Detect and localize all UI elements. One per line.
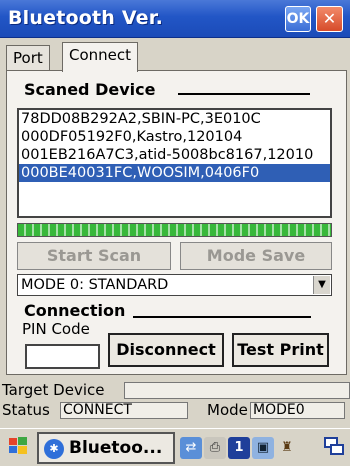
desktop-icon[interactable] <box>322 435 346 459</box>
pin-code-input[interactable] <box>25 344 100 369</box>
list-item[interactable]: 78DD08B292A2,SBIN-PC,3E010C <box>19 110 330 128</box>
computer-icon[interactable]: ▣ <box>252 437 274 459</box>
taskbar: ✱ Bluetoo... ⇄ ⎙ 1 ▣ ♜ <box>0 428 350 466</box>
bluetooth-icon: ✱ <box>44 439 64 459</box>
target-device-label: Target Device <box>2 381 105 399</box>
connection-label: Connection <box>24 301 126 320</box>
close-button[interactable]: ✕ <box>316 6 343 32</box>
mode-label: Mode <box>207 401 248 419</box>
list-item[interactable]: 000DF05192F0,Kastro,120104 <box>19 128 330 146</box>
scanned-device-label: Scaned Device <box>24 80 156 99</box>
task-button-label: Bluetoo... <box>69 438 163 458</box>
title-bar: Bluetooth Ver. OK ✕ <box>0 0 350 38</box>
section-divider <box>133 316 311 318</box>
status-field: CONNECT <box>60 402 188 419</box>
disconnect-button[interactable]: Disconnect <box>108 333 224 367</box>
target-device-field <box>124 382 350 399</box>
mode-select-value: MODE 0: STANDARD <box>21 277 169 293</box>
list-item[interactable]: 000BE40031FC,WOOSIM,0406F0 <box>19 164 330 182</box>
ok-button[interactable]: OK <box>285 6 311 32</box>
mode-field: MODE0 <box>250 402 345 419</box>
wizard-icon[interactable]: ♜ <box>276 437 298 459</box>
window-title: Bluetooth Ver. <box>8 7 164 29</box>
input-icon[interactable]: 1 <box>228 437 250 459</box>
tab-port[interactable]: Port <box>6 45 50 71</box>
pin-code-label: PIN Code <box>22 320 90 338</box>
section-divider <box>178 93 310 95</box>
mode-select[interactable]: MODE 0: STANDARD ▼ <box>17 274 332 296</box>
status-label: Status <box>2 401 50 419</box>
windows-flag-icon[interactable] <box>5 435 31 461</box>
list-item[interactable]: 001EB216A7C3,atid-5008bc8167,12010 <box>19 146 330 164</box>
tab-connect[interactable]: Connect <box>62 42 139 72</box>
scan-progress-bar <box>17 223 332 237</box>
printer-icon[interactable]: ⎙ <box>204 437 226 459</box>
test-print-button[interactable]: Test Print <box>232 333 329 367</box>
chevron-down-icon[interactable]: ▼ <box>313 276 330 294</box>
device-list[interactable]: 78DD08B292A2,SBIN-PC,3E010C 000DF05192F0… <box>17 108 332 218</box>
network-icon[interactable]: ⇄ <box>180 437 202 459</box>
start-scan-button[interactable]: Start Scan <box>17 242 171 270</box>
system-tray: ⇄ ⎙ 1 ▣ ♜ <box>178 435 318 461</box>
status-area: Target Device Status CONNECT Mode MODE0 <box>0 378 350 424</box>
bluetooth-task-button[interactable]: ✱ Bluetoo... <box>37 432 175 464</box>
mode-save-button[interactable]: Mode Save <box>180 242 332 270</box>
